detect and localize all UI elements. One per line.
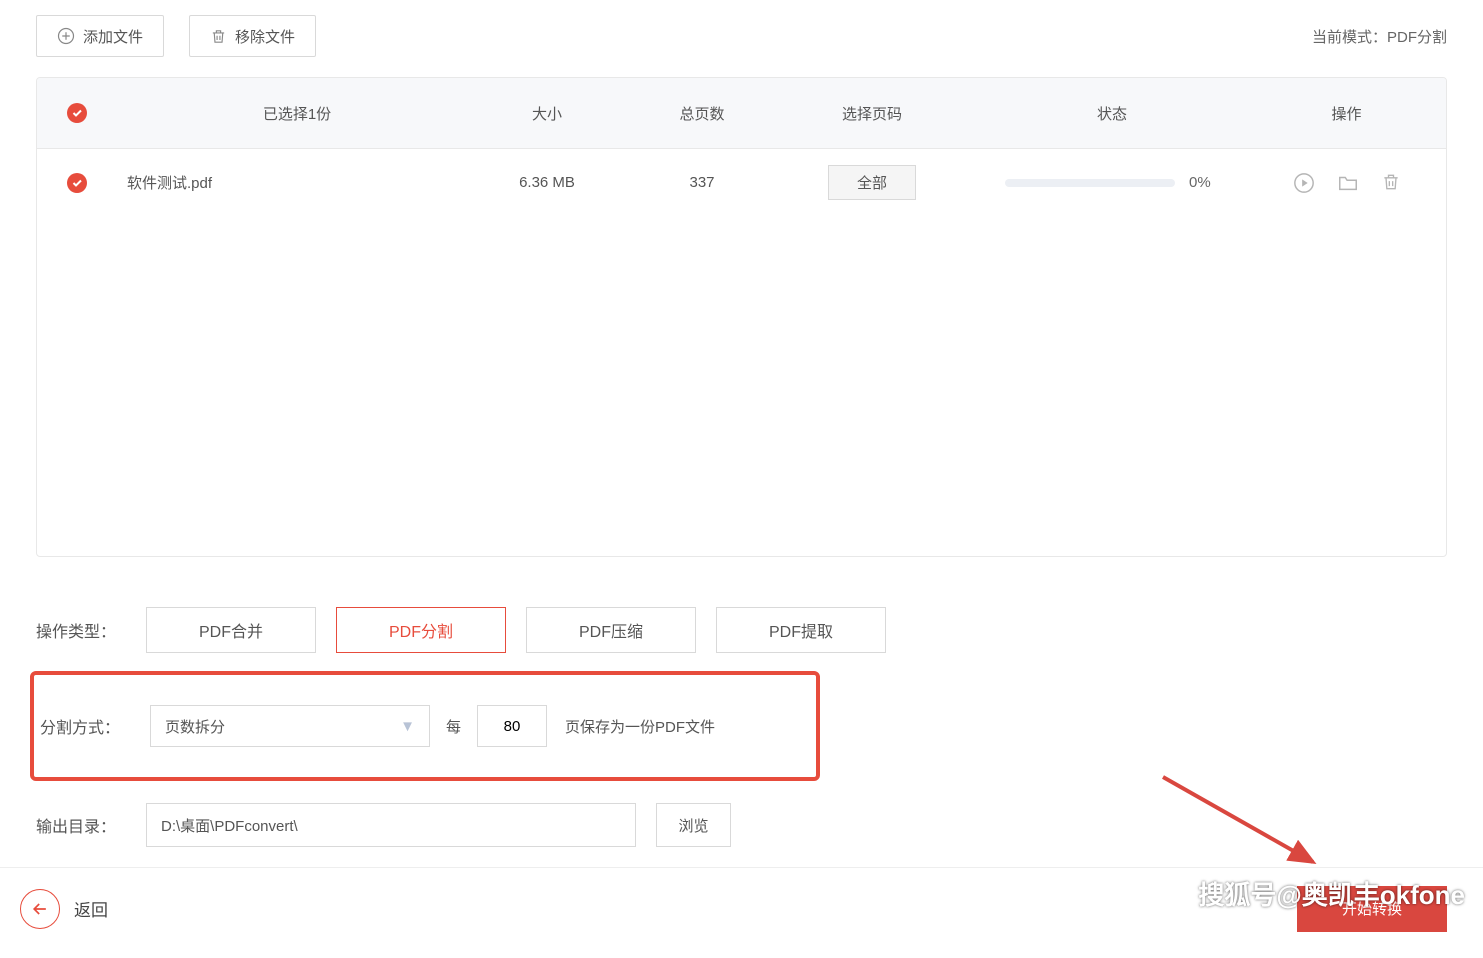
- col-selected-count: 已选择1份: [117, 103, 467, 124]
- current-mode: 当前模式：PDF分割: [1312, 26, 1447, 47]
- file-table: 已选择1份 大小 总页数 选择页码 状态 操作 软件测试.pdf 6.36 MB…: [36, 77, 1447, 557]
- file-drop-area[interactable]: [37, 216, 1446, 556]
- arrow-left-icon: [30, 899, 50, 919]
- trash-icon: [1381, 172, 1401, 192]
- open-folder-button[interactable]: [1337, 172, 1359, 194]
- col-pages: 总页数: [627, 103, 777, 124]
- add-file-label: 添加文件: [83, 26, 143, 47]
- add-file-button[interactable]: 添加文件: [36, 15, 164, 57]
- table-header: 已选择1份 大小 总页数 选择页码 状态 操作: [37, 78, 1446, 148]
- progress-bar: [1005, 179, 1175, 187]
- col-status: 状态: [967, 103, 1257, 124]
- row-size: 6.36 MB: [467, 174, 627, 191]
- page-select-button[interactable]: 全部: [828, 165, 916, 200]
- progress-percent: 0%: [1189, 174, 1219, 191]
- col-actions: 操作: [1257, 103, 1416, 124]
- col-pick-pages: 选择页码: [777, 103, 967, 124]
- remove-file-button[interactable]: 移除文件: [189, 15, 316, 57]
- output-dir-label: 输出目录：: [36, 813, 146, 837]
- row-pages: 337: [627, 174, 777, 191]
- split-prefix: 每: [446, 716, 461, 737]
- play-circle-icon: [1293, 172, 1315, 194]
- row-filename: 软件测试.pdf: [117, 172, 467, 193]
- check-icon: [71, 177, 83, 189]
- folder-icon: [1337, 172, 1359, 194]
- split-highlight-box: 分割方式： 页数拆分 ▼ 每 页保存为一份PDF文件: [30, 671, 820, 781]
- split-method-label: 分割方式：: [40, 714, 150, 738]
- operation-tab-3[interactable]: PDF提取: [716, 607, 886, 653]
- operation-tab-2[interactable]: PDF压缩: [526, 607, 696, 653]
- remove-file-label: 移除文件: [235, 26, 295, 47]
- row-checkbox[interactable]: [67, 173, 87, 193]
- play-button[interactable]: [1293, 172, 1315, 194]
- back-label: 返回: [74, 896, 108, 921]
- col-size: 大小: [467, 103, 627, 124]
- back-button[interactable]: 返回: [20, 889, 108, 929]
- chevron-down-icon: ▼: [400, 718, 415, 735]
- check-icon: [71, 107, 83, 119]
- split-suffix: 页保存为一份PDF文件: [565, 716, 715, 737]
- trash-icon: [210, 28, 227, 45]
- operation-tab-1[interactable]: PDF分割: [336, 607, 506, 653]
- table-row: 软件测试.pdf 6.36 MB 337 全部 0%: [37, 148, 1446, 216]
- plus-circle-icon: [57, 27, 75, 45]
- operation-type-label: 操作类型：: [36, 618, 146, 642]
- delete-row-button[interactable]: [1381, 172, 1401, 194]
- split-method-select[interactable]: 页数拆分 ▼: [150, 705, 430, 747]
- split-pages-input[interactable]: [477, 705, 547, 747]
- browse-button[interactable]: 浏览: [656, 803, 731, 847]
- select-all-checkbox[interactable]: [67, 103, 87, 123]
- output-dir-input[interactable]: [146, 803, 636, 847]
- start-convert-button[interactable]: 开始转换: [1297, 886, 1447, 932]
- operation-tab-0[interactable]: PDF合并: [146, 607, 316, 653]
- split-method-value: 页数拆分: [165, 716, 225, 737]
